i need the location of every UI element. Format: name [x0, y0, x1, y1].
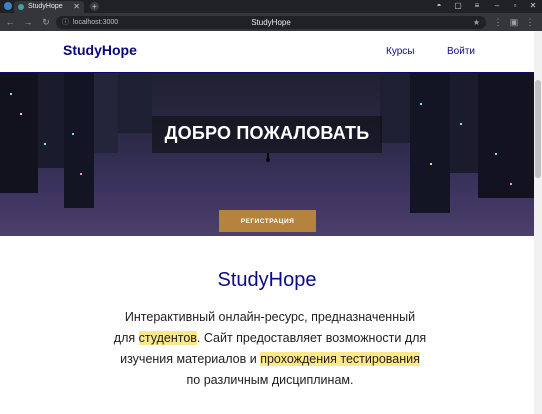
minimize-icon[interactable]: –	[490, 0, 504, 13]
address-bar[interactable]: ⓘ localhost:3000 StudyHope ★	[56, 16, 486, 29]
site-logo[interactable]: StudyHope	[63, 42, 137, 58]
site-navbar: StudyHope Курсы Войти	[0, 31, 534, 73]
hero-building	[410, 73, 450, 213]
close-window-icon[interactable]: ✕	[526, 0, 540, 13]
falling-figure-icon	[266, 153, 270, 162]
browser-menu-icon[interactable]: ⋮	[524, 16, 536, 28]
browser-app-icon	[4, 2, 12, 10]
menu-icon[interactable]: ≡	[470, 0, 484, 13]
about-line-2-pre: для	[113, 331, 139, 345]
browser-tab[interactable]: StudyHope ✕	[14, 1, 84, 13]
forward-icon[interactable]: →	[22, 16, 34, 28]
hero-building	[0, 73, 38, 193]
register-button[interactable]: РЕГИСТРАЦИЯ	[219, 210, 316, 232]
more-icon[interactable]: ⋮	[492, 16, 504, 28]
profile-icon[interactable]: ▣	[508, 16, 520, 28]
browser-toolbar: ← → ↻ ⓘ localhost:3000 StudyHope ★ ⋮ ▣ ⋮	[0, 13, 542, 31]
hero-banner: ДОБРО ПОЖАЛОВАТЬ РЕГИСТРАЦИЯ	[0, 73, 534, 236]
page-title-text: StudyHope	[251, 18, 291, 27]
favicon-icon	[18, 4, 24, 10]
page-content: StudyHope Курсы Войти ДОБРО ПОЖАЛОВАТЬ Р…	[0, 31, 534, 414]
incognito-icon: ◓	[436, 1, 442, 10]
tab-close-icon[interactable]: ✕	[73, 1, 80, 12]
about-title: StudyHope	[217, 269, 317, 291]
highlight-testing: прохождения тестирования	[260, 352, 420, 366]
about-line-4: по различным дисциплинам.	[186, 373, 354, 387]
about-line-2-post: . Сайт предоставляет возможности для	[196, 331, 427, 345]
browser-tab-bar: StudyHope ✕ + ◓ ▢ ≡ – ▫ ✕	[0, 0, 542, 13]
back-icon[interactable]: ←	[4, 16, 16, 28]
hero-building	[64, 73, 94, 208]
hero-building	[38, 73, 64, 168]
about-description: Интерактивный онлайн-ресурс, предназначе…	[95, 307, 445, 391]
extensions-icon[interactable]: ▢	[451, 0, 465, 13]
scrollbar-thumb[interactable]	[535, 80, 541, 178]
new-tab-button[interactable]: +	[90, 2, 99, 11]
about-line-3-pre: изучения материалов и	[120, 352, 261, 366]
highlight-students: студентов	[138, 331, 197, 345]
maximize-icon[interactable]: ▫	[508, 0, 522, 13]
hero-building	[94, 73, 118, 153]
hero-building	[118, 73, 152, 133]
hero-building	[478, 73, 534, 198]
hero-building	[450, 73, 478, 173]
nav-link-courses[interactable]: Курсы	[386, 46, 414, 57]
bookmark-icon[interactable]: ★	[473, 17, 480, 28]
hero-building	[380, 73, 410, 143]
reload-icon[interactable]: ↻	[40, 16, 52, 28]
nav-link-login[interactable]: Войти	[447, 46, 475, 57]
about-line-1: Интерактивный онлайн-ресурс, предназначе…	[124, 310, 416, 324]
tab-title: StudyHope	[28, 3, 63, 10]
hero-heading: ДОБРО ПОЖАЛОВАТЬ	[164, 123, 370, 143]
